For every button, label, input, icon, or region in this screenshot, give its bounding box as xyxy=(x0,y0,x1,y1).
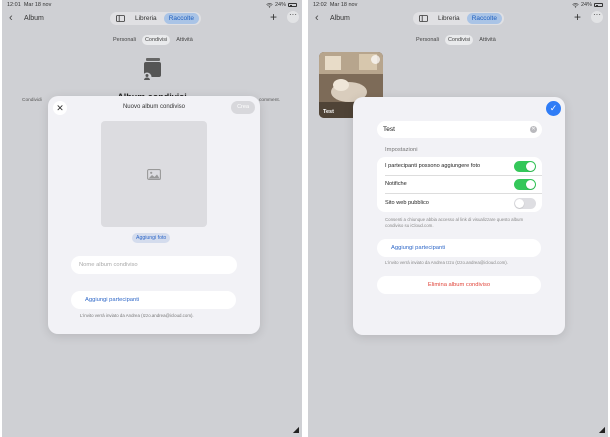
add-participants-button[interactable]: Aggiungi partecipanti xyxy=(71,291,236,309)
done-checkmark-icon[interactable]: ✓ xyxy=(546,101,561,116)
empty-state-text-left: Condividi xyxy=(22,98,42,103)
invite-note: L'invito verrà inviato da Andrea Izzo (I… xyxy=(385,260,508,265)
subtab-personali[interactable]: Personali xyxy=(110,35,139,45)
create-button[interactable]: Crea xyxy=(231,101,255,114)
subtab-condivisi[interactable]: Condivisi xyxy=(444,35,474,45)
back-label[interactable]: Album xyxy=(330,15,350,22)
tab-libreria[interactable]: Libreria xyxy=(130,13,162,24)
battery-icon xyxy=(594,3,603,7)
setting-label: Sito web pubblico xyxy=(385,199,429,206)
back-chevron-icon[interactable]: ‹ xyxy=(9,12,13,25)
invite-note: L'invito verrà inviato da Andrea (Izzo.a… xyxy=(80,313,194,318)
library-segmented-control: Libreria Raccolte xyxy=(110,12,201,25)
empty-state-text-right: comment. xyxy=(259,98,281,103)
album-thumbnail-label: Test xyxy=(323,109,334,115)
add-photo-button[interactable]: Aggiungi foto xyxy=(132,233,171,243)
setting-row-notifications: Notifiche xyxy=(377,175,542,194)
album-cover-placeholder[interactable] xyxy=(101,121,207,227)
status-time: 12:01 Mar 18 nov xyxy=(7,2,52,8)
status-indicators: 24% xyxy=(572,2,603,8)
wifi-icon xyxy=(266,2,273,8)
sidebar-toggle-icon[interactable] xyxy=(112,13,128,24)
resize-handle-icon[interactable]: ◢ xyxy=(599,425,605,434)
battery-icon xyxy=(288,3,297,7)
status-bar: 12:01 Mar 18 nov 24% xyxy=(2,1,302,10)
delete-shared-album-button[interactable]: Elimina album condiviso xyxy=(377,276,541,294)
shared-badge-icon xyxy=(371,55,380,64)
public-site-note: Consenti a chiunque abbia accesso al lin… xyxy=(385,217,524,228)
status-time: 12:02 Mar 18 nov xyxy=(313,2,358,8)
status-indicators: 24% xyxy=(266,2,297,8)
subtab-personali[interactable]: Personali xyxy=(413,35,442,45)
screenshot-stage: 12:01 Mar 18 nov 24% ‹ Album Libreria Ra… xyxy=(0,0,610,437)
more-ellipsis-icon[interactable]: ··· xyxy=(287,11,299,23)
back-chevron-icon[interactable]: ‹ xyxy=(315,12,319,25)
battery-percent: 24% xyxy=(274,2,286,8)
setting-label: Notifiche xyxy=(385,181,407,188)
nav-bar: ‹ Album Libreria Raccolte + ··· xyxy=(308,10,608,28)
public-website-toggle[interactable] xyxy=(514,197,536,209)
subtab-condivisi[interactable]: Condivisi xyxy=(141,35,171,45)
subtab-attivita[interactable]: Attività xyxy=(173,35,196,45)
setting-label: I partecipanti possono aggiungere foto xyxy=(385,163,481,169)
new-shared-album-sheet: ✕ Nuovo album condiviso Crea Aggiungi fo… xyxy=(48,96,260,334)
setting-row-participants-add-photos: I partecipanti possono aggiungere foto xyxy=(377,157,542,176)
battery-percent: 24% xyxy=(580,2,592,8)
sheet-title: Nuovo album condiviso xyxy=(122,104,186,110)
photo-icon xyxy=(147,168,161,180)
notifications-toggle[interactable] xyxy=(514,179,536,191)
tab-raccolte[interactable]: Raccolte xyxy=(163,13,199,24)
album-filter-tabs: Personali Condivisi Attività xyxy=(110,34,196,46)
add-plus-icon[interactable]: + xyxy=(270,10,277,24)
library-segmented-control: Libreria Raccolte xyxy=(413,12,504,25)
back-label[interactable]: Album xyxy=(24,15,44,22)
ipad-screen-left: 12:01 Mar 18 nov 24% ‹ Album Libreria Ra… xyxy=(2,0,302,437)
status-bar: 12:02 Mar 18 nov 24% xyxy=(308,1,608,10)
settings-group: I partecipanti possono aggiungere foto N… xyxy=(377,157,542,212)
resize-handle-icon[interactable]: ◢ xyxy=(293,425,299,434)
add-participants-button[interactable]: Aggiungi partecipanti xyxy=(377,239,541,257)
album-name-input[interactable]: Test ✕ xyxy=(377,121,542,138)
add-plus-icon[interactable]: + xyxy=(574,10,581,24)
sidebar-toggle-icon[interactable] xyxy=(415,13,431,24)
settings-section-header: Impostazioni xyxy=(385,147,418,153)
album-name-value: Test xyxy=(383,126,395,133)
album-filter-tabs: Personali Condivisi Attività xyxy=(413,34,499,46)
wifi-icon xyxy=(572,2,579,8)
tab-libreria[interactable]: Libreria xyxy=(433,13,465,24)
clear-text-icon[interactable]: ✕ xyxy=(530,126,537,133)
nav-bar: ‹ Album Libreria Raccolte + ··· xyxy=(2,10,302,28)
tab-raccolte[interactable]: Raccolte xyxy=(466,13,502,24)
album-name-input[interactable]: Nome album condiviso xyxy=(71,256,237,274)
shared-album-stack-icon xyxy=(142,58,161,82)
participants-add-photos-toggle[interactable] xyxy=(514,161,536,172)
ipad-screen-right: 12:02 Mar 18 nov 24% ‹ Album Libreria Ra… xyxy=(308,0,608,437)
setting-row-public-website: Sito web pubblico xyxy=(377,194,542,212)
more-ellipsis-icon[interactable]: ··· xyxy=(591,11,603,23)
shared-album-settings-sheet: ✓ Test ✕ Impostazioni I partecipanti pos… xyxy=(353,97,565,335)
subtab-attivita[interactable]: Attività xyxy=(476,35,499,45)
